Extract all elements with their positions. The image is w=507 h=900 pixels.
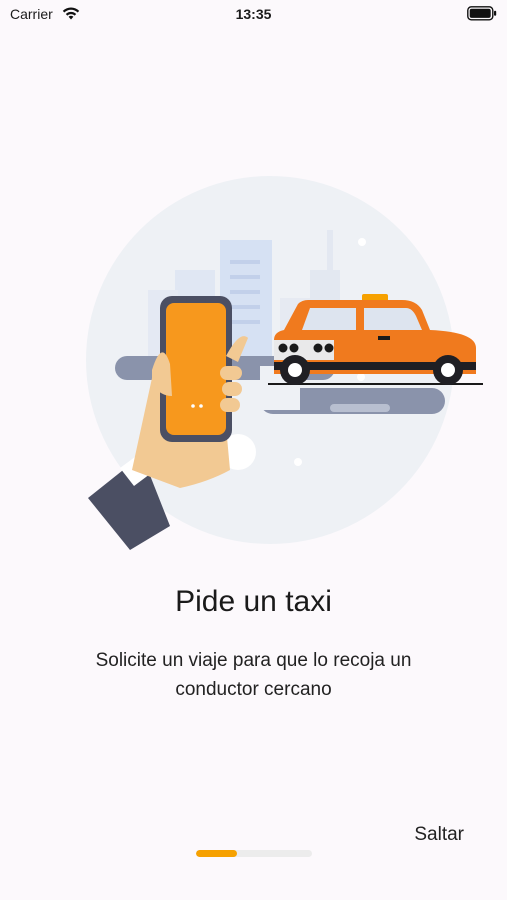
onboarding-progress (196, 850, 312, 857)
onboarding-subtitle: Solicite un viaje para que lo recoja un … (95, 650, 412, 700)
status-bar: Carrier 13:35 (0, 0, 507, 30)
battery-icon (467, 6, 497, 21)
taxi-hailing-illustration (86, 176, 483, 550)
clock: 13:35 (235, 6, 272, 22)
onboarding-title: Pide un taxi (175, 585, 332, 618)
skip-button[interactable]: Saltar (414, 824, 464, 846)
progress-fill (196, 850, 237, 857)
